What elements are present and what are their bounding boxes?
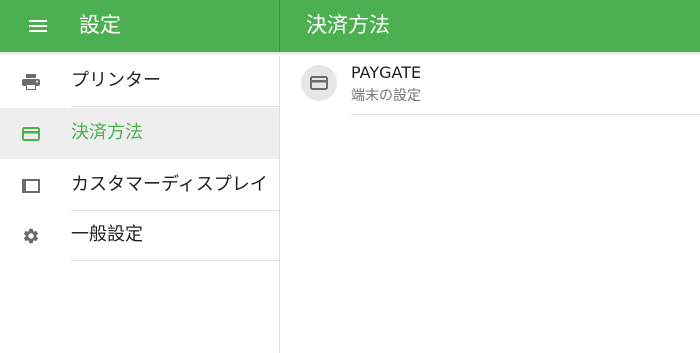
page-title: 決済方法 <box>306 13 390 37</box>
list-item-paygate[interactable]: PAYGATE 端末の設定 <box>280 56 700 116</box>
sidebar-item-label: プリンター <box>71 70 161 91</box>
sidebar-item-payment[interactable]: 決済方法 <box>0 108 279 159</box>
credit-card-icon <box>301 65 337 101</box>
gear-icon <box>20 225 42 247</box>
sidebar-item-printer[interactable]: プリンター <box>0 56 279 107</box>
payment-method-list: PAYGATE 端末の設定 <box>280 56 700 353</box>
app-bar: 設定 決済方法 <box>0 0 700 52</box>
sidebar-item-customer-display[interactable]: カスタマーディスプレイ <box>0 160 279 211</box>
printer-icon <box>20 71 42 93</box>
sidebar-item-general-settings[interactable]: 一般設定 <box>0 210 279 261</box>
list-item-subtitle: 端末の設定 <box>351 88 421 104</box>
menu-button[interactable] <box>20 14 56 38</box>
sidebar-divider <box>71 106 279 107</box>
list-item-title: PAYGATE <box>351 63 422 82</box>
settings-title: 設定 <box>79 13 121 37</box>
sidebar: プリンター 決済方法 カスタマーディスプレイ 一般設定 <box>0 56 280 353</box>
sidebar-divider <box>71 260 279 261</box>
sidebar-item-label: カスタマーディスプレイ <box>71 174 268 195</box>
sidebar-item-label: 一般設定 <box>71 224 143 245</box>
credit-card-icon <box>20 123 42 145</box>
menu-icon <box>29 20 47 32</box>
appbar-divider <box>279 0 280 52</box>
sidebar-item-label: 決済方法 <box>71 122 143 143</box>
list-divider <box>351 114 700 115</box>
display-icon <box>20 175 42 197</box>
